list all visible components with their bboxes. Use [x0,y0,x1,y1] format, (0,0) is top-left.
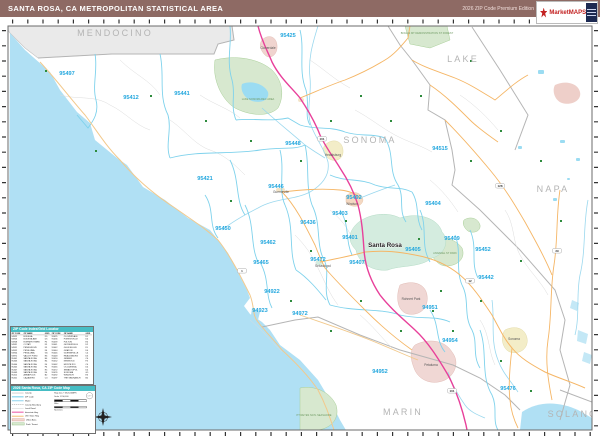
county-label: SONOMA [343,135,396,145]
county-label: MENDOCINO [77,28,153,38]
zip-label: 95441 [174,91,190,97]
city-label: Santa Rosa [368,242,402,249]
zip-label: 94951 [422,305,438,311]
zip-label: 95412 [123,95,139,101]
legend-item-label: ZIP Code [25,396,34,398]
zip-label: 95448 [285,141,301,147]
zip-label: 94972 [292,311,308,317]
zip-label: 95452 [475,247,491,253]
county-label: SOLANO [548,409,599,419]
blue-swatch-icon [12,400,24,401]
city-label: Sebastopol [315,264,331,268]
zip-label: 94515 [432,146,448,152]
zip-label: 95472 [310,257,326,263]
legend-item-label: Local Road [25,407,35,409]
highway-shield-label: 12 [468,279,472,283]
legend-stamp: CITY [86,392,93,399]
zip-label: 95404 [425,201,441,207]
zip-label: 95421 [197,176,213,182]
city-label: Sonoma [508,337,520,341]
legend-item-label: County [25,392,32,394]
page-title: SANTA ROSA, CA METROPOLITAN STATISTICAL … [8,4,223,13]
edition-label: 2026 ZIP Code Premium Edition [462,6,534,12]
zip-label: 95436 [300,220,316,226]
highway-shield-label: 101 [319,137,324,141]
city-label: Rohnert Park [402,297,421,301]
header-bar: SANTA ROSA, CA METROPOLITAN STATISTICAL … [0,0,600,17]
greenfill-swatch-icon [12,423,25,426]
zip-label: 95407 [349,260,365,266]
city-label: Guerneville [273,190,289,194]
pink-swatch-icon [12,412,24,413]
cyan-swatch-icon [12,396,24,397]
legend-panel: 2026 Santa Rosa, CA ZIP Code Map CountyZ… [10,385,96,434]
zip-label: 95492 [346,195,362,201]
highway-shield-label: 101 [449,389,454,393]
zip-label: 94952 [372,369,388,375]
legend-scale-column: CITY Map data © MarketMAPS Scale 1:150,0… [54,391,94,426]
scalebar-km-label: Kilometers [54,409,94,411]
legend-items: County ZIP Code WaterCounty Boundary Local … [11,391,54,426]
zip-label: 95425 [280,33,296,39]
scalebar-miles-label: Miles [54,402,94,404]
county-label: MARIN [383,407,423,417]
legend-item-label: Urban Area [26,419,36,421]
legend-item-label: Interstate Hwy [25,411,38,413]
legend-item-label: Park / Forest [26,423,38,425]
park-label: ANNADEL ST PARK [433,251,457,255]
zip-label: 94922 [264,289,280,295]
zip-label: 95401 [342,235,358,241]
park-label: PT REYES NATL SEASHORE [297,413,332,417]
park-label: LAKE SONOMA REC AREA [242,97,275,101]
zip-label: 95465 [253,260,269,266]
city-label: Healdsburg [325,153,342,157]
zip-label: 95497 [59,71,75,77]
park-label: BOGGS MT DEMONSTRATION ST FOREST [401,31,454,35]
city-label: Petaluma [424,363,438,367]
legend-item: Park / Forest [11,422,54,426]
logo-star-icon [540,8,547,18]
zip-label: 95409 [444,236,460,242]
index-row: 95421CAZADEROC395497THE SEA RANCHB2 [11,377,92,380]
legend-item-label: County Boundary [25,403,41,405]
legend-item-label: US / State Hwy [25,415,39,417]
logo-brand-text: MarketMAPS [549,10,586,16]
city-label: Cloverdale [260,46,275,50]
county-label: NAPA [537,184,570,194]
zip-label: 94923 [252,308,268,314]
zip-label: 95476 [500,386,516,392]
highway-shield-label: 128 [497,184,502,188]
publisher-logo: MarketMAPS [536,1,598,24]
zip-label: 95462 [260,240,276,246]
highway-shield-label: 29 [555,249,559,253]
city-label: Windsor [346,202,359,206]
zip-index-table: ZIP CODEZIP NAMEGRIDZIP CODEZIP NAMEGRID… [11,332,92,380]
logo-badge [586,3,597,22]
zip-label: 94954 [442,338,458,344]
zip-label: 95442 [478,275,494,281]
map-poster: MENDOCINO SONOMA LAKE NAPA MARIN SOLANO 95497 9… [0,0,600,437]
orange-swatch-icon [12,416,24,417]
zip-index-panel: ZIP Code Index/Grid Locator ZIP CODEZIP … [10,326,94,385]
zip-label: 95403 [332,211,348,217]
pinkfill-swatch-icon [12,419,25,422]
county-label: LAKE [447,54,479,64]
zip-label: 95450 [215,226,231,232]
legend-item-label: Water [25,400,30,402]
zip-label: 95405 [405,247,421,253]
